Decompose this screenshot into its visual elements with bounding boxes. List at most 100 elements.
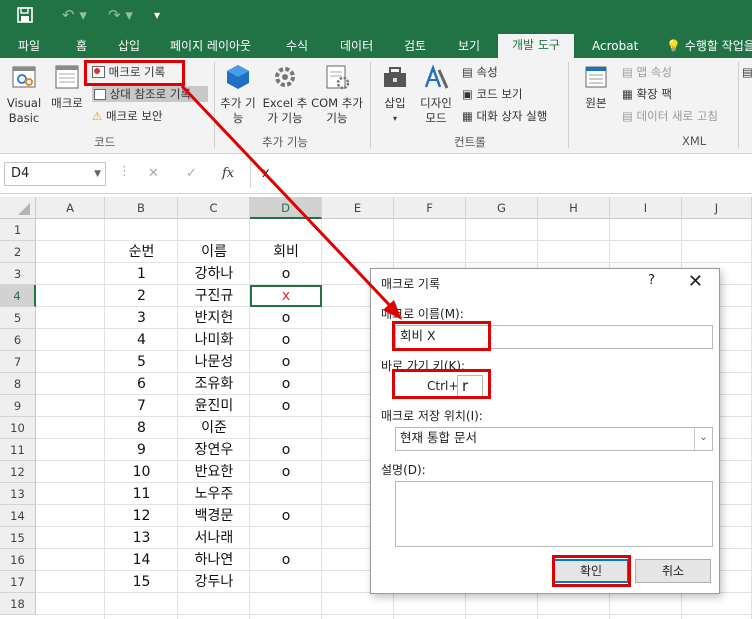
header-cell-fee[interactable]: 회비 [250,241,322,263]
help-button[interactable]: ? [648,273,655,288]
cell-fee[interactable]: o [250,263,322,285]
cell-seq[interactable]: 14 [105,549,178,571]
cell-name[interactable]: 하나연 [178,549,250,571]
cell-name[interactable]: 장연우 [178,439,250,461]
row-header-9[interactable]: 9 [0,395,36,417]
description-textarea[interactable] [395,481,713,547]
cell-fee[interactable]: o [250,373,322,395]
cell-seq[interactable]: 10 [105,461,178,483]
cell-seq[interactable]: 7 [105,395,178,417]
cell-name[interactable]: 노우주 [178,483,250,505]
row-header-6[interactable]: 6 [0,329,36,351]
row-header-17[interactable]: 17 [0,571,36,593]
cell-name[interactable]: 조유화 [178,373,250,395]
column-header-e[interactable]: E [322,197,394,219]
column-header-g[interactable]: G [466,197,538,219]
cell-fee[interactable]: o [250,439,322,461]
view-code-button[interactable]: ▣ 코드 보기 [462,86,523,102]
undo-icon[interactable]: ↶ ▾ [62,6,87,24]
cell-fee[interactable] [250,571,322,593]
row-header-2[interactable]: 2 [0,241,36,263]
tab-page-layout[interactable]: 페이지 레이아웃 [164,36,257,58]
column-header-i[interactable]: I [610,197,682,219]
cell-fee[interactable]: o [250,351,322,373]
run-dialog-button[interactable]: ▦ 대화 상자 실행 [462,108,547,124]
addins-button[interactable]: 추가 기능 [220,62,256,126]
row-header-1[interactable]: 1 [0,219,36,241]
design-mode-button[interactable]: 디자인 모드 [416,62,456,126]
cell-seq[interactable]: 8 [105,417,178,439]
cancel-button[interactable]: 취소 [635,559,711,583]
row-header-18[interactable]: 18 [0,593,36,615]
redo-icon[interactable]: ↷ ▾ [108,6,133,24]
column-header-c[interactable]: C [178,197,250,219]
row-header-13[interactable]: 13 [0,483,36,505]
cell-name[interactable]: 백경문 [178,505,250,527]
expansion-packs-button[interactable]: ▦ 확장 팩 [622,86,672,102]
cell-seq[interactable]: 13 [105,527,178,549]
row-header-3[interactable]: 3 [0,263,36,285]
cell-name[interactable]: 나미화 [178,329,250,351]
macro-name-input[interactable]: 회비 X [395,325,713,349]
column-header-a[interactable]: A [36,197,105,219]
tab-view[interactable]: 보기 [452,36,486,58]
select-all-corner[interactable] [0,197,36,219]
cell-fee[interactable]: o [250,505,322,527]
cell-seq[interactable]: 5 [105,351,178,373]
cell-name[interactable]: 나문성 [178,351,250,373]
row-header-12[interactable]: 12 [0,461,36,483]
cell-name[interactable]: 윤진미 [178,395,250,417]
header-cell-seq[interactable]: 순번 [105,241,178,263]
cancel-icon[interactable]: ✕ [148,166,159,181]
row-header-10[interactable]: 10 [0,417,36,439]
cell-seq[interactable]: 12 [105,505,178,527]
chevron-down-icon[interactable]: ▼ [94,163,101,185]
fx-icon[interactable]: fx [222,166,234,181]
insert-control-button[interactable]: 삽입 ▾ [376,62,414,126]
cell-name[interactable]: 반지헌 [178,307,250,329]
cell-fee[interactable]: o [250,395,322,417]
column-header-b[interactable]: B [105,197,178,219]
cell-name[interactable]: 강하나 [178,263,250,285]
relative-reference-button[interactable]: 상대 참조로 기록 [92,86,208,102]
shortcut-key-input[interactable]: r [457,375,483,399]
macros-button[interactable]: 매크로 [48,62,86,111]
import-icon[interactable]: ▤ [742,64,752,80]
record-macro-button[interactable]: 매크로 기록 [92,64,165,80]
tab-insert[interactable]: 삽입 [112,36,146,58]
column-header-h[interactable]: H [538,197,610,219]
store-location-select[interactable]: 현재 통합 문서 ⌄ [395,427,713,451]
cell-name[interactable]: 강두나 [178,571,250,593]
tab-formulas[interactable]: 수식 [280,36,314,58]
row-header-5[interactable]: 5 [0,307,36,329]
xml-source-button[interactable]: 원본 [576,62,616,111]
row-header-4[interactable]: 4 [0,285,36,307]
tab-file[interactable]: 파일 [12,36,46,58]
map-properties-button[interactable]: ▤ 맵 속성 [622,64,672,80]
cell-seq[interactable]: 3 [105,307,178,329]
cell-seq[interactable]: 15 [105,571,178,593]
cell-seq[interactable]: 2 [105,285,178,307]
tab-acrobat[interactable]: Acrobat [586,36,644,58]
save-icon[interactable] [16,6,34,28]
customize-icon[interactable]: ▾ [154,8,160,22]
row-header-16[interactable]: 16 [0,549,36,571]
row-header-15[interactable]: 15 [0,527,36,549]
tab-developer[interactable]: 개발 도구 [498,34,574,58]
cell-fee[interactable]: o [250,549,322,571]
cell-name[interactable]: 서나래 [178,527,250,549]
ok-button[interactable]: 확인 [553,559,629,583]
cell-fee[interactable]: o [250,307,322,329]
excel-addins-button[interactable]: Excel 추가 기능 [260,62,310,126]
row-header-11[interactable]: 11 [0,439,36,461]
cell-name[interactable]: 반요한 [178,461,250,483]
cell-fee[interactable]: o [250,461,322,483]
cell-seq[interactable]: 4 [105,329,178,351]
row-header-8[interactable]: 8 [0,373,36,395]
row-header-7[interactable]: 7 [0,351,36,373]
row-header-14[interactable]: 14 [0,505,36,527]
properties-button[interactable]: ▤ 속성 [462,64,498,80]
chevron-down-icon[interactable]: ⌄ [694,428,712,450]
cell-seq[interactable]: 6 [105,373,178,395]
cell-seq[interactable]: 9 [105,439,178,461]
